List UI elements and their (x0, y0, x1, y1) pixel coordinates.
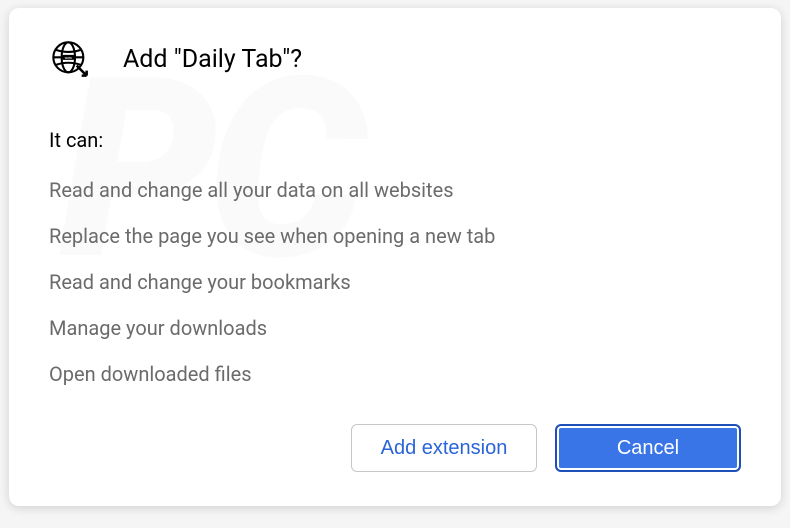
cancel-button[interactable]: Cancel (555, 424, 741, 472)
extension-install-dialog: PC www Add "Daily Tab"? It can: Read and… (9, 8, 781, 506)
dialog-title: Add "Daily Tab"? (123, 45, 302, 74)
permission-item: Manage your downloads (49, 316, 741, 340)
permission-item: Open downloaded files (49, 362, 741, 386)
permissions-list: Read and change all your data on all web… (49, 178, 741, 386)
dialog-actions: Add extension Cancel (49, 424, 741, 472)
permission-item: Read and change all your data on all web… (49, 178, 741, 202)
permission-item: Replace the page you see when opening a … (49, 224, 741, 248)
dialog-header: www Add "Daily Tab"? (49, 38, 741, 80)
permissions-section: It can: Read and change all your data on… (49, 128, 741, 386)
permission-item: Read and change your bookmarks (49, 270, 741, 294)
add-extension-button[interactable]: Add extension (351, 424, 537, 472)
permissions-heading: It can: (49, 128, 741, 152)
svg-text:www: www (65, 56, 73, 60)
extension-globe-icon: www (49, 38, 91, 80)
